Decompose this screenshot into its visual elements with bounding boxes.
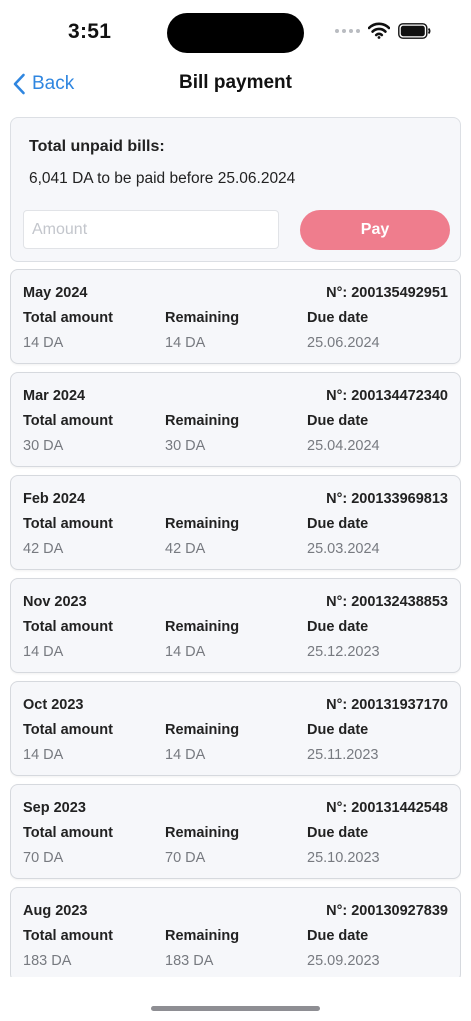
total-amount-value: 14 DA: [23, 335, 64, 351]
remaining-value: 70 DA: [165, 850, 206, 866]
bill-number: N°: 200132438853: [326, 594, 448, 610]
bill-card[interactable]: Oct 2023 N°: 200131937170 Total amount Rema…: [10, 681, 461, 776]
wifi-icon: [368, 22, 390, 39]
due-date-value: 25.06.2024: [307, 335, 380, 351]
amount-input[interactable]: [23, 210, 279, 249]
total-amount-value: 14 DA: [23, 644, 64, 660]
total-amount-value: 30 DA: [23, 438, 64, 454]
bill-card[interactable]: Mar 2024 N°: 200134472340 Total amount Rema…: [10, 372, 461, 467]
bill-card[interactable]: Aug 2023 N°: 200130927839 Total amount Rema…: [10, 887, 461, 977]
due-date-value: 25.09.2023: [307, 953, 380, 969]
total-amount-label: Total amount: [23, 310, 113, 326]
due-date-label: Due date: [307, 413, 369, 429]
total-amount-label: Total amount: [23, 825, 113, 841]
total-amount-value: 183 DA: [23, 953, 72, 969]
due-date-label: Due date: [307, 310, 369, 326]
bill-card[interactable]: Sep 2023 N°: 200131442548 Total amount Rema…: [10, 784, 461, 879]
total-amount-value: 14 DA: [23, 747, 64, 763]
summary-text: 6,041 DA to be paid before 25.06.2024: [29, 170, 296, 187]
bill-month: Feb 2024: [23, 491, 86, 507]
summary-title: Total unpaid bills:: [29, 138, 165, 155]
bill-month: Nov 2023: [23, 594, 87, 610]
due-date-value: 25.10.2023: [307, 850, 380, 866]
total-amount-label: Total amount: [23, 619, 113, 635]
bill-month: Sep 2023: [23, 800, 86, 816]
remaining-value: 42 DA: [165, 541, 206, 557]
due-date-value: 25.03.2024: [307, 541, 380, 557]
home-indicator: [151, 1006, 320, 1011]
status-time: 3:51: [68, 20, 112, 43]
due-date-label: Due date: [307, 928, 369, 944]
bill-number: N°: 200135492951: [326, 285, 448, 301]
total-amount-label: Total amount: [23, 722, 113, 738]
bill-month: May 2024: [23, 285, 88, 301]
bill-month: Aug 2023: [23, 903, 88, 919]
due-date-label: Due date: [307, 516, 369, 532]
total-amount-value: 42 DA: [23, 541, 64, 557]
remaining-label: Remaining: [165, 413, 240, 429]
due-date-value: 25.04.2024: [307, 438, 380, 454]
bill-number: N°: 200134472340: [326, 388, 448, 404]
bill-card[interactable]: Nov 2023 N°: 200132438853 Total amount Rema…: [10, 578, 461, 673]
bill-number: N°: 200130927839: [326, 903, 448, 919]
bill-number: N°: 200131937170: [326, 697, 448, 713]
cellular-signal-icon: [335, 28, 360, 33]
due-date-value: 25.12.2023: [307, 644, 380, 660]
battery-icon: [398, 22, 431, 39]
remaining-value: 14 DA: [165, 335, 206, 351]
due-date-label: Due date: [307, 722, 369, 738]
dynamic-island: [167, 13, 304, 53]
remaining-value: 14 DA: [165, 644, 206, 660]
remaining-label: Remaining: [165, 825, 240, 841]
due-date-label: Due date: [307, 825, 369, 841]
remaining-label: Remaining: [165, 310, 240, 326]
navigation-bar: Back Bill payment: [0, 62, 471, 106]
remaining-label: Remaining: [165, 516, 240, 532]
bill-month: Oct 2023: [23, 697, 84, 713]
bill-card[interactable]: Feb 2024 N°: 200133969813 Total amount Rema…: [10, 475, 461, 570]
bill-number: N°: 200131442548: [326, 800, 448, 816]
total-amount-label: Total amount: [23, 928, 113, 944]
bill-card[interactable]: May 2024 N°: 200135492951 Total amount Rema…: [10, 269, 461, 364]
remaining-label: Remaining: [165, 619, 240, 635]
remaining-value: 14 DA: [165, 747, 206, 763]
remaining-label: Remaining: [165, 722, 240, 738]
pay-button[interactable]: Pay: [300, 210, 450, 250]
due-date-value: 25.11.2023: [307, 747, 379, 763]
unpaid-summary-card: Total unpaid bills: 6,041 DA to be paid …: [10, 117, 461, 262]
total-amount-value: 70 DA: [23, 850, 64, 866]
bill-list[interactable]: May 2024 N°: 200135492951 Total amount Rema…: [10, 269, 461, 977]
bill-month: Mar 2024: [23, 388, 86, 404]
status-bar: 3:51: [0, 0, 471, 62]
remaining-value: 183 DA: [165, 953, 214, 969]
bill-number: N°: 200133969813: [326, 491, 448, 507]
remaining-value: 30 DA: [165, 438, 206, 454]
due-date-label: Due date: [307, 619, 369, 635]
page-title: Bill payment: [179, 72, 292, 93]
remaining-label: Remaining: [165, 928, 240, 944]
total-amount-label: Total amount: [23, 413, 113, 429]
status-icons: [335, 22, 431, 39]
total-amount-label: Total amount: [23, 516, 113, 532]
